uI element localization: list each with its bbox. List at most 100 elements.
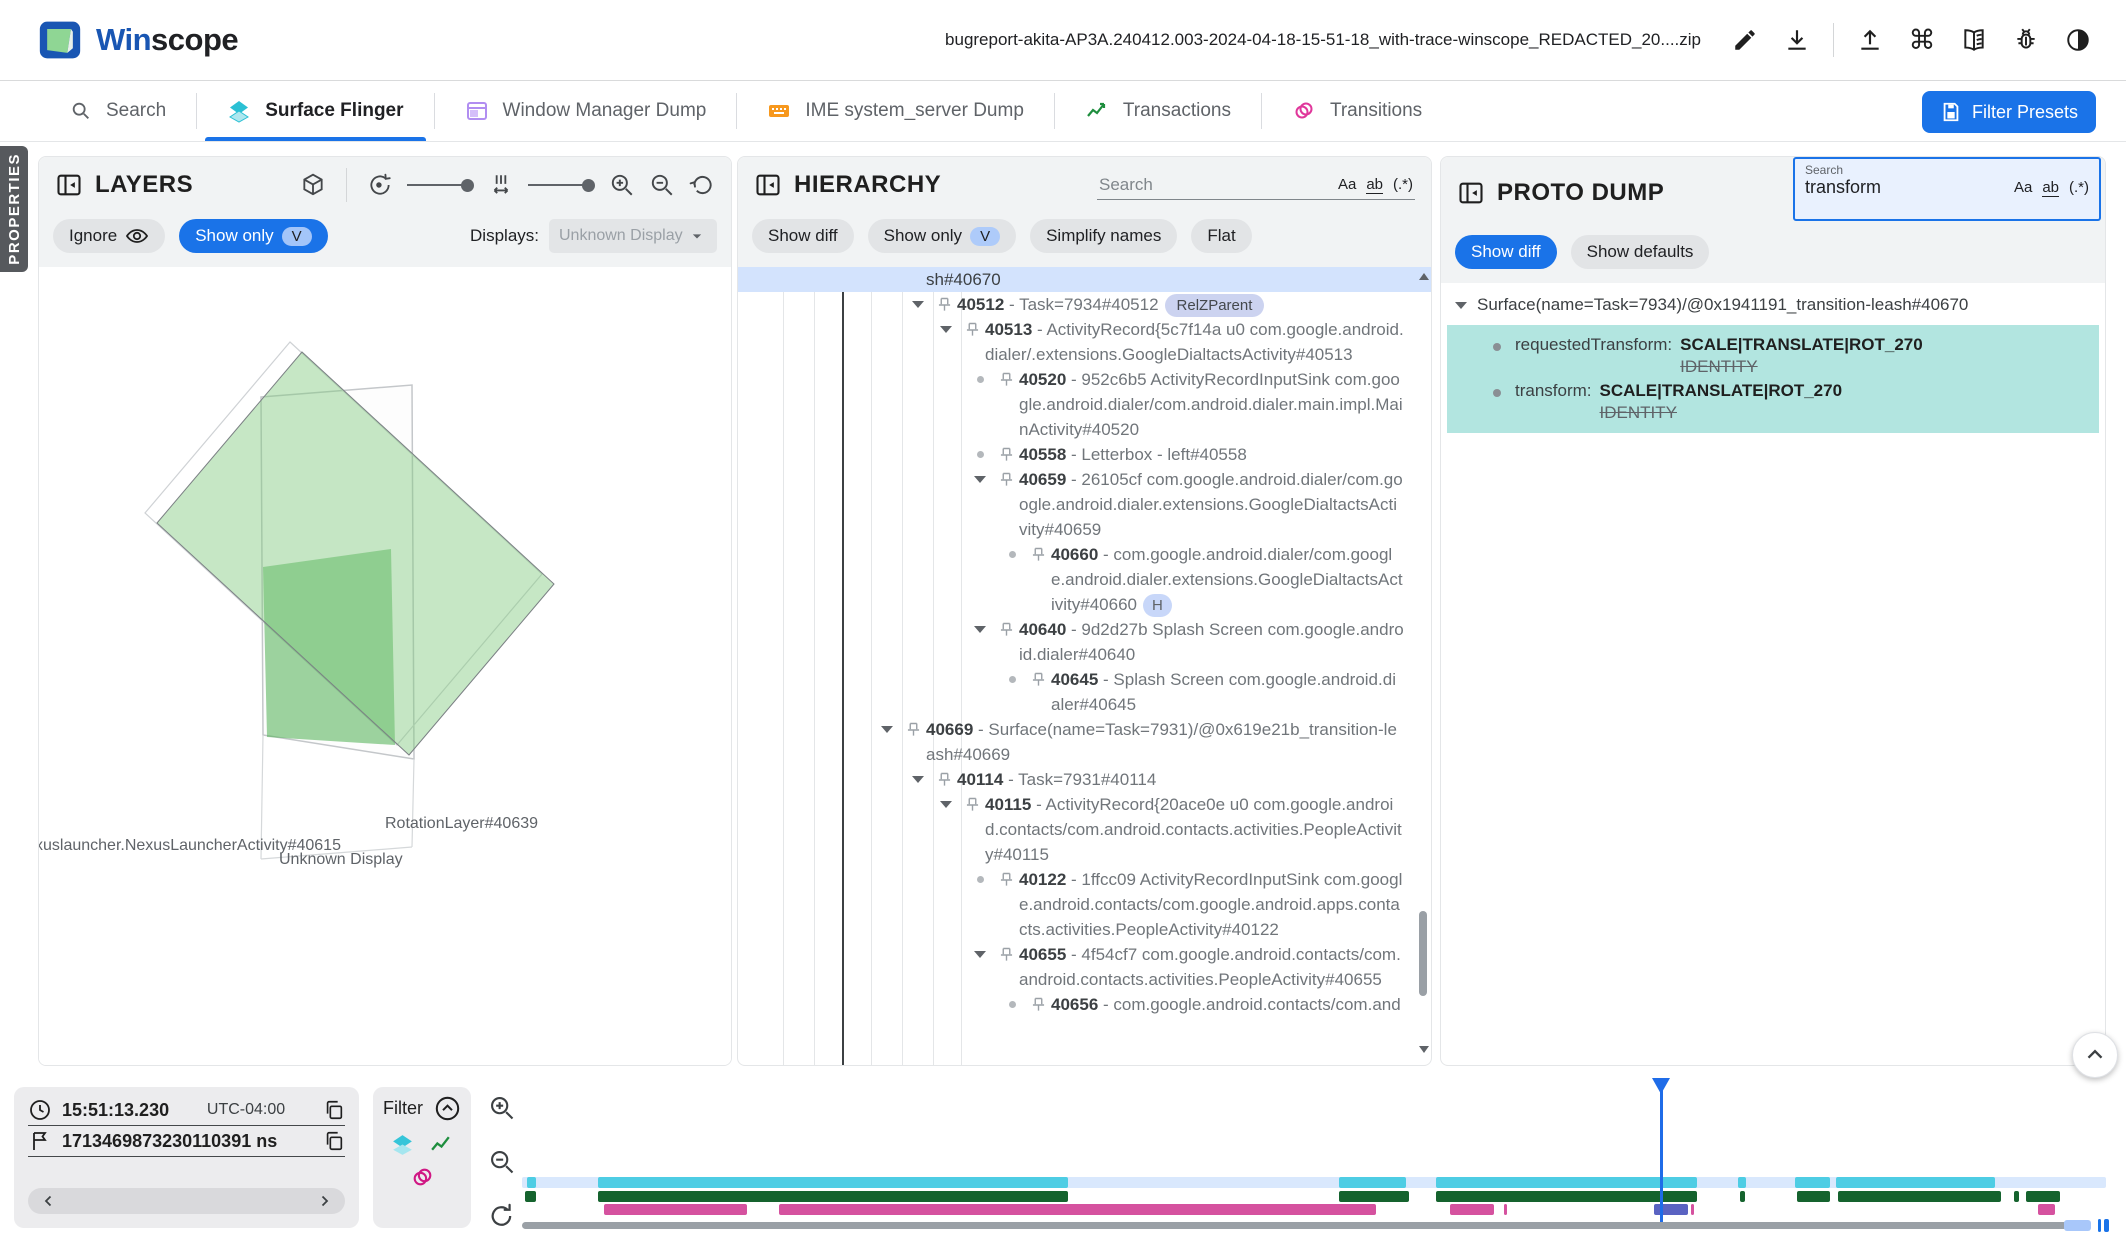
pin-icon[interactable]	[1025, 542, 1051, 567]
chevron-down-icon[interactable]	[905, 767, 931, 792]
tree-node[interactable]: 40513 - ActivityRecord{5c7f14a u0 com.go…	[738, 317, 1431, 367]
timeline-row-transitions[interactable]	[522, 1204, 2106, 1215]
tab-surface-flinger[interactable]: Surface Flinger	[197, 81, 433, 141]
chevron-down-icon[interactable]	[967, 617, 993, 642]
tree-node[interactable]: 40669 - Surface(name=Task=7931)/@0x619e2…	[738, 717, 1431, 767]
timeline-bookmark-tick[interactable]	[2104, 1219, 2109, 1232]
tab-transitions[interactable]: Transitions	[1262, 81, 1452, 141]
tree-node[interactable]: 40640 - 9d2d27b Splash Screen com.google…	[738, 617, 1431, 667]
match-word-toggle[interactable]: ab	[1366, 176, 1383, 194]
transactions-trace-icon[interactable]	[429, 1132, 454, 1157]
pin-icon[interactable]	[900, 717, 926, 742]
pin-icon[interactable]	[993, 367, 1019, 392]
reset-view-icon[interactable]	[689, 172, 715, 198]
layers-3d-view[interactable]: RotationLayer#40639 xuslauncher.NexusLau…	[39, 267, 731, 1066]
previous-frame-icon[interactable]	[40, 1192, 58, 1210]
zoom-out-icon[interactable]	[649, 172, 675, 198]
collapse-panel-icon[interactable]	[55, 171, 83, 199]
timeline-position-marker[interactable]	[1660, 1078, 1663, 1226]
timeline-zoom-in-icon[interactable]	[486, 1092, 518, 1124]
spacing-slider[interactable]	[528, 179, 595, 192]
pin-icon[interactable]	[931, 767, 957, 792]
timeline-zoom-reset-icon[interactable]	[486, 1200, 518, 1232]
pin-icon[interactable]	[1025, 992, 1051, 1017]
tree-node[interactable]: 40656 - com.google.android.contacts/com.…	[738, 992, 1431, 1017]
hierarchy-search-input[interactable]	[1099, 175, 1269, 195]
scroll-down-icon[interactable]	[1419, 1046, 1429, 1053]
tab-search[interactable]: Search	[40, 81, 196, 141]
pin-icon[interactable]	[993, 467, 1019, 492]
chevron-down-icon[interactable]	[1455, 302, 1467, 309]
show-defaults-chip[interactable]: Show defaults	[1571, 235, 1710, 269]
hierarchy-scrollbar[interactable]	[1417, 271, 1429, 1055]
frame-step-control[interactable]	[28, 1188, 345, 1214]
cube-3d-icon[interactable]	[300, 172, 326, 198]
tree-node[interactable]: 40659 - 26105cf com.google.android.diale…	[738, 467, 1431, 542]
tree-node[interactable]: 40655 - 4f54cf7 com.google.android.conta…	[738, 942, 1431, 992]
chevron-down-icon[interactable]	[874, 717, 900, 742]
show-diff-chip[interactable]: Show diff	[1455, 235, 1557, 269]
copy-icon[interactable]	[323, 1130, 345, 1152]
collapse-panel-icon[interactable]	[754, 171, 782, 199]
transitions-trace-icon[interactable]	[410, 1165, 435, 1190]
property-row[interactable]: transform: SCALE|TRANSLATE|ROT_270 IDENT…	[1447, 377, 2099, 423]
tree-node[interactable]: 40645 - Splash Screen com.google.android…	[738, 667, 1431, 717]
timeline-scrollbar-track[interactable]	[522, 1222, 2067, 1229]
rotate-view-icon[interactable]	[367, 172, 393, 198]
property-row[interactable]: requestedTransform: SCALE|TRANSLATE|ROT_…	[1447, 331, 2099, 377]
scrollbar-thumb[interactable]	[1419, 911, 1427, 996]
pin-icon[interactable]	[959, 317, 985, 342]
match-word-toggle[interactable]: ab	[2042, 179, 2059, 197]
chevron-down-icon[interactable]	[905, 292, 931, 317]
surface-flinger-trace-icon[interactable]	[390, 1132, 415, 1157]
documentation-book-icon[interactable]	[1952, 18, 1996, 62]
pin-icon[interactable]	[959, 792, 985, 817]
tab-transactions[interactable]: Transactions	[1055, 81, 1261, 141]
chevron-down-icon[interactable]	[967, 467, 993, 492]
regex-toggle[interactable]: (.*)	[2069, 179, 2089, 196]
pin-icon[interactable]	[993, 442, 1019, 467]
show-only-visible-chip[interactable]: Show only V	[868, 219, 1016, 253]
pin-icon[interactable]	[1025, 667, 1051, 692]
pin-icon[interactable]	[993, 867, 1019, 892]
tree-node[interactable]: 40122 - 1ffcc09 ActivityRecordInputSink …	[738, 867, 1431, 942]
dark-mode-toggle-icon[interactable]	[2056, 18, 2100, 62]
download-icon[interactable]	[1775, 18, 1819, 62]
timeline-bookmark-tick[interactable]	[2098, 1219, 2101, 1232]
match-case-toggle[interactable]: Aa	[2014, 179, 2032, 196]
proto-root-node[interactable]: Surface(name=Task=7934)/@0x1941191_trans…	[1441, 283, 2105, 323]
flat-chip[interactable]: Flat	[1191, 219, 1251, 253]
timeline-row-transactions[interactable]	[522, 1191, 2106, 1202]
tree-node[interactable]: 40512 - Task=7934#40512RelZParent	[738, 292, 1431, 317]
ignore-visibility-chip[interactable]: Ignore	[53, 219, 165, 253]
pin-icon[interactable]	[993, 942, 1019, 967]
show-only-visible-chip[interactable]: Show only V	[179, 219, 327, 253]
human-time-field[interactable]: 15:51:13.230 UTC-04:00	[28, 1095, 345, 1126]
pin-icon[interactable]	[931, 292, 957, 317]
edit-file-icon[interactable]	[1723, 18, 1767, 62]
display-select[interactable]: Unknown Display	[549, 219, 717, 253]
regex-toggle[interactable]: (.*)	[1393, 176, 1413, 193]
next-frame-icon[interactable]	[315, 1192, 333, 1210]
properties-collapsed-tab[interactable]: PROPERTIES	[0, 146, 28, 272]
timeline-zoom-out-icon[interactable]	[486, 1146, 518, 1178]
tree-node-selected[interactable]: sh#40670	[738, 267, 1431, 292]
chevron-down-icon[interactable]	[967, 942, 993, 967]
nanoseconds-field[interactable]: 1713469873230110391 ns	[28, 1126, 345, 1157]
tab-ime[interactable]: IME system_server Dump	[737, 81, 1054, 141]
pin-icon[interactable]	[993, 617, 1019, 642]
scroll-to-top-button[interactable]	[2072, 1032, 2118, 1078]
show-diff-chip[interactable]: Show diff	[752, 219, 854, 253]
zoom-in-icon[interactable]	[609, 172, 635, 198]
copy-icon[interactable]	[323, 1099, 345, 1121]
timeline-zoom-range[interactable]	[2064, 1220, 2091, 1231]
timeline-tracks[interactable]	[522, 1072, 2112, 1240]
tree-node[interactable]: 40520 - 952c6b5 ActivityRecordInputSink …	[738, 367, 1431, 442]
chevron-down-icon[interactable]	[933, 317, 959, 342]
collapse-panel-icon[interactable]	[1457, 179, 1485, 207]
tab-window-manager[interactable]: Window Manager Dump	[435, 81, 737, 141]
scroll-up-icon[interactable]	[1419, 273, 1429, 280]
chevron-down-icon[interactable]	[933, 792, 959, 817]
simplify-names-chip[interactable]: Simplify names	[1030, 219, 1177, 253]
rotation-slider[interactable]	[407, 179, 474, 192]
